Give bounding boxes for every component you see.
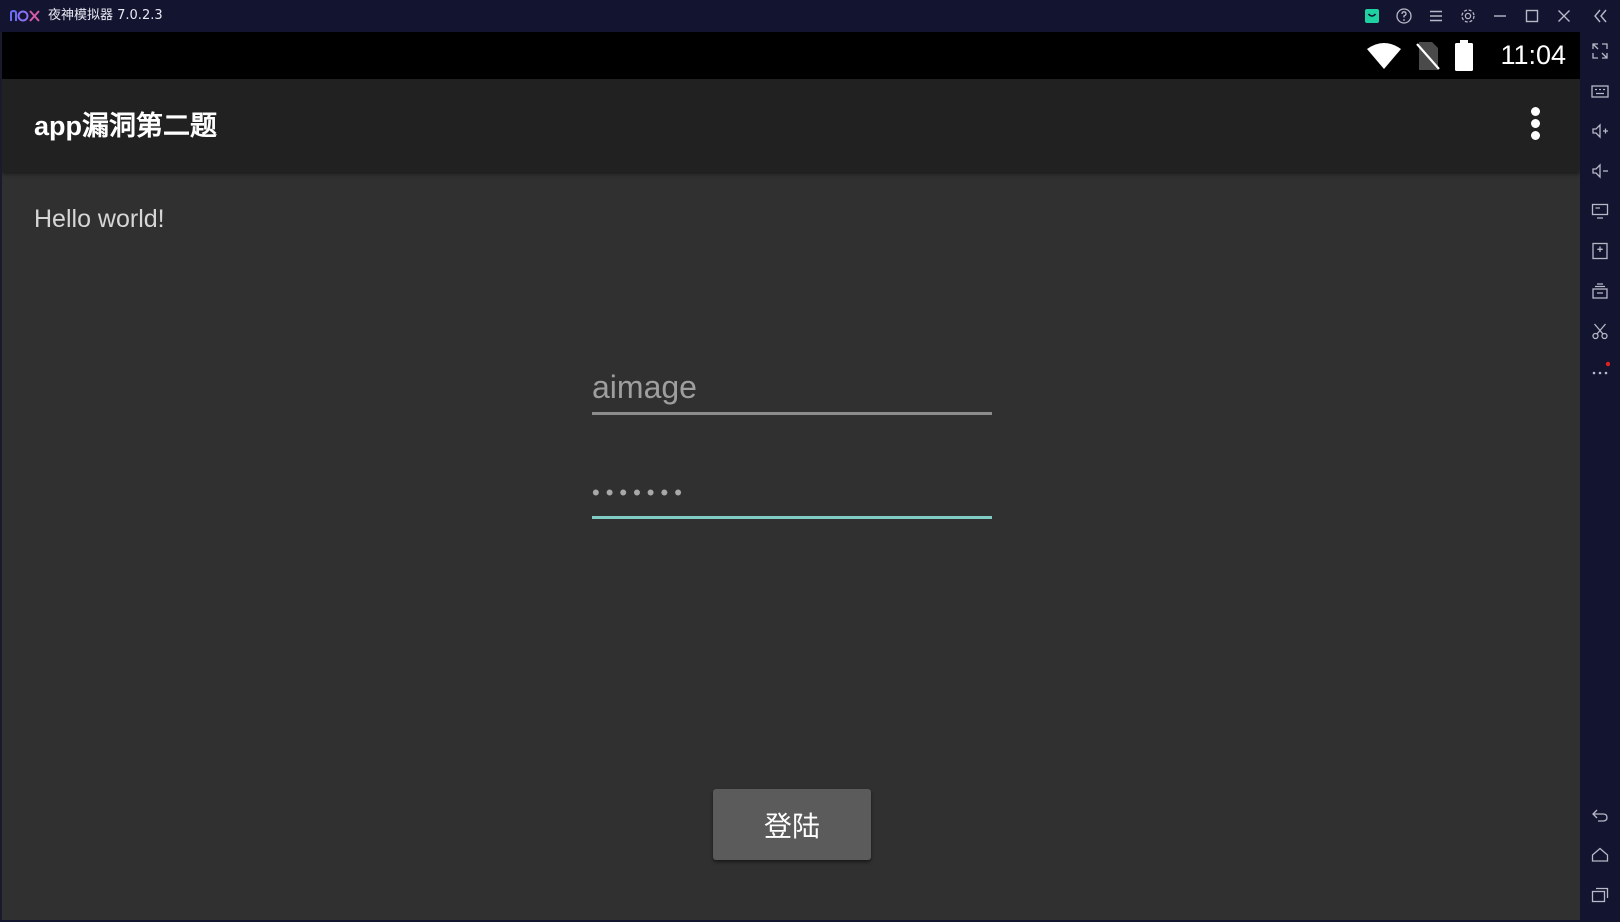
settings-icon[interactable] (1458, 6, 1478, 26)
screenshot-icon[interactable] (1590, 321, 1610, 341)
page-title: app漏洞第二题 (34, 111, 218, 141)
recents-icon[interactable] (1590, 885, 1610, 905)
fullscreen-icon[interactable] (1590, 41, 1610, 61)
screen-icon[interactable] (1590, 201, 1610, 221)
password-input[interactable] (592, 470, 992, 519)
hello-text: Hello world! (34, 205, 165, 233)
login-button[interactable]: 登陆 (713, 789, 871, 860)
android-screen: 11:04 app漏洞第二题 Hello world! 登陆 (2, 32, 1580, 920)
window-title: 夜神模拟器 7.0.2.3 (48, 8, 163, 23)
status-bar: 11:04 (2, 32, 1580, 79)
shop-icon[interactable] (1362, 6, 1382, 26)
close-icon[interactable] (1554, 6, 1574, 26)
overflow-menu-icon[interactable] (1528, 107, 1542, 143)
maximize-icon[interactable] (1522, 6, 1542, 26)
help-icon[interactable] (1394, 6, 1414, 26)
install-apk-icon[interactable] (1590, 241, 1610, 261)
menu-icon[interactable] (1426, 6, 1446, 26)
volume-up-icon[interactable] (1590, 121, 1610, 141)
home-icon[interactable] (1590, 845, 1610, 865)
emulator-title-bar: 夜神模拟器 7.0.2.3 (0, 0, 1620, 32)
no-sim-icon (1416, 42, 1440, 70)
volume-down-icon[interactable] (1590, 161, 1610, 181)
status-time: 11:04 (1500, 40, 1566, 70)
collapse-sidebar-icon[interactable] (1590, 6, 1610, 26)
more-icon[interactable] (1590, 361, 1610, 381)
action-bar: app漏洞第二题 (2, 79, 1580, 172)
multi-instance-icon[interactable] (1590, 281, 1610, 301)
minimize-icon[interactable] (1490, 6, 1510, 26)
nox-logo (10, 9, 40, 22)
wifi-icon (1367, 43, 1401, 69)
keyboard-icon[interactable] (1590, 81, 1610, 101)
emulator-sidebar (1580, 32, 1620, 922)
back-icon[interactable] (1590, 805, 1610, 825)
battery-icon (1455, 40, 1473, 71)
username-input[interactable] (592, 362, 992, 415)
